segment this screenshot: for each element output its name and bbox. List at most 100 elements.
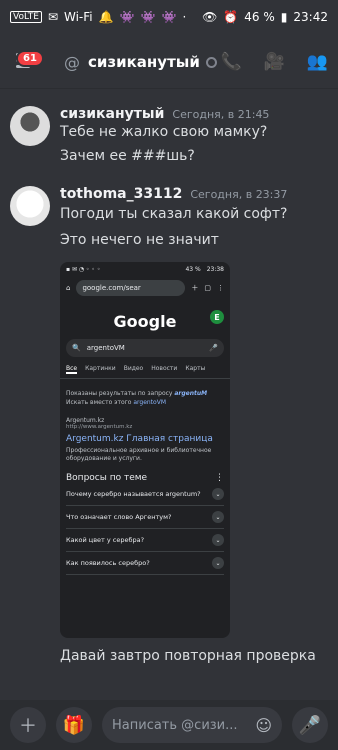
- shot-query: argentoVM: [86, 344, 125, 352]
- message-text[interactable]: Тебе не жалко свою мамку?: [60, 124, 267, 140]
- status-right: 👁 ⏰ 46 % ▮ 23:42: [202, 10, 328, 24]
- channel-header: 61 @ сизиканутый 📞 🎥 👥: [0, 40, 338, 84]
- dot-icon: ·: [182, 10, 187, 24]
- chevron-down-icon: ⌄: [212, 534, 224, 546]
- message-input-placeholder: Написать @сизи...: [112, 717, 238, 733]
- mic-icon: 🎤: [209, 344, 218, 352]
- clock: 23:42: [293, 10, 328, 24]
- game-icon-2: 👾: [140, 10, 156, 24]
- chevron-down-icon: ⌄: [212, 511, 224, 523]
- shot-info-term: argentuM: [174, 390, 208, 397]
- mail-icon: ✉: [47, 10, 58, 24]
- image-attachment[interactable]: ▪ ✉ ◔ ◦ ◦ ◦ 43 % 23:38 ⌂ google.com/sear…: [60, 262, 230, 638]
- call-icon[interactable]: 📞: [220, 52, 241, 72]
- battery-label: 46 %: [244, 10, 275, 24]
- shot-result-desc: Профессиональное архивное и библиотечное…: [66, 447, 212, 462]
- header-divider: [0, 88, 338, 89]
- message-input[interactable]: Написать @сизи... ☺: [102, 707, 282, 743]
- shot-questions-more-icon: ⋮: [215, 473, 224, 483]
- more-icon: ⋮: [217, 284, 224, 292]
- shot-status-icons: ▪ ✉ ◔ ◦ ◦ ◦: [66, 265, 101, 273]
- username-text[interactable]: tothoma_33112: [60, 186, 182, 202]
- game-icon: 👾: [119, 10, 135, 24]
- timestamp: Сегодня, в 23:37: [190, 188, 288, 201]
- shot-url-box: google.com/sear: [76, 280, 186, 296]
- shot-search-box: 🔍 argentoVM 🎤: [66, 339, 224, 357]
- new-tab-icon: ＋: [191, 284, 199, 292]
- at-icon: @: [64, 52, 80, 72]
- username-text[interactable]: сизиканутый: [60, 106, 164, 122]
- wifi-icon: Wi‑Fi: [64, 10, 93, 24]
- message-text[interactable]: Погоди ты сказал какой софт?: [60, 206, 287, 222]
- shot-questions-header: Вопросы по теме ⋮: [66, 473, 224, 483]
- shot-url-text: google.com/sear: [82, 284, 141, 292]
- shot-tab-maps: Карты: [185, 365, 206, 372]
- shot-result-title: Argentum.kz Главная страница: [66, 434, 213, 444]
- shot-tab-video: Видео: [123, 365, 144, 372]
- shot-info2-prefix: Искать вместо этого: [66, 399, 134, 406]
- shot-question-text: Какой цвет у серебра?: [66, 536, 145, 544]
- voice-message-button[interactable]: 🎤: [292, 707, 328, 743]
- members-icon[interactable]: 👥: [307, 52, 328, 72]
- shot-tabs: Все Картинки Видео Новости Карты: [60, 357, 230, 379]
- google-logo-text: Google: [113, 312, 177, 331]
- search-icon: 🔍: [72, 344, 81, 352]
- status-left: VoLTE ✉ Wi‑Fi 🔔 👾 👾 👾 ·: [10, 10, 186, 24]
- username[interactable]: сизиканутый Сегодня, в 21:45: [60, 106, 269, 122]
- emoji-icon[interactable]: ☺: [255, 716, 272, 735]
- game-icon-3: 👾: [161, 10, 177, 24]
- home-icon: ⌂: [66, 284, 71, 292]
- shot-question-item: Что означает слово Аргентум? ⌄: [66, 506, 224, 529]
- dm-title[interactable]: сизиканутый: [88, 53, 200, 71]
- shot-info-prefix: Показаны результаты по запросу: [66, 390, 175, 397]
- shot-question-text: Что означает слово Аргентум?: [66, 513, 172, 521]
- notification-icon: 🔔: [98, 10, 114, 24]
- unread-badge: 61: [16, 50, 44, 67]
- shot-tab-news: Новости: [151, 365, 178, 372]
- tabs-icon: ▢: [204, 284, 211, 292]
- google-logo: Google E: [60, 310, 230, 331]
- shot-search-result: Argentum.kz http://www.argentum.kz Argen…: [60, 417, 230, 463]
- avatar[interactable]: [10, 186, 50, 226]
- shot-tab-all: Все: [66, 365, 78, 374]
- shot-url-bar: ⌂ google.com/sear ＋ ▢ ⋮: [60, 276, 230, 300]
- shot-questions: Вопросы по теме ⋮ Почему серебро называе…: [60, 473, 230, 575]
- shot-result-site: Argentum.kz: [66, 417, 105, 424]
- status-bar: VoLTE ✉ Wi‑Fi 🔔 👾 👾 👾 · 👁 ⏰ 46 % ▮ 23:42: [0, 0, 338, 34]
- avatar[interactable]: [10, 106, 50, 146]
- message-input-bar: ＋ 🎁 Написать @сизи... ☺ 🎤: [0, 700, 338, 750]
- volte-icon: VoLTE: [10, 11, 42, 23]
- message-text[interactable]: Это нечего не значит: [60, 232, 219, 248]
- shot-correction: Показаны результаты по запросу argentuM …: [60, 379, 230, 407]
- shot-result-url: http://www.argentum.kz: [66, 424, 133, 430]
- username[interactable]: tothoma_33112 Сегодня, в 23:37: [60, 186, 287, 202]
- shot-info2-link: argentoVM: [133, 399, 166, 406]
- gift-icon: 🎁: [62, 714, 86, 736]
- alarm-icon: ⏰: [223, 10, 239, 24]
- shot-time: 23:38: [206, 265, 224, 273]
- shot-battery: 43 %: [185, 265, 201, 273]
- header-actions: 📞 🎥 👥: [220, 52, 328, 72]
- shot-account-avatar: E: [210, 310, 224, 324]
- message-text[interactable]: Давай завтро повторная проверка: [60, 648, 316, 664]
- video-icon[interactable]: 🎥: [264, 52, 285, 72]
- chevron-down-icon: ⌄: [212, 488, 224, 500]
- shot-tab-images: Картинки: [85, 365, 116, 372]
- message-text[interactable]: Зачем ее ###шь?: [60, 148, 195, 164]
- plus-icon: ＋: [19, 716, 37, 737]
- shot-status-bar: ▪ ✉ ◔ ◦ ◦ ◦ 43 % 23:38: [60, 262, 230, 276]
- offline-status-icon: [205, 56, 217, 68]
- shot-question-item: Какой цвет у серебра? ⌄: [66, 529, 224, 552]
- timestamp: Сегодня, в 21:45: [172, 108, 270, 121]
- battery-icon: ▮: [280, 10, 288, 24]
- shot-question-item: Почему серебро называется argentum? ⌄: [66, 483, 224, 506]
- shot-question-item: Как появилось серебро? ⌄: [66, 552, 224, 575]
- shot-question-text: Почему серебро называется argentum?: [66, 490, 201, 498]
- eye-icon: 👁: [202, 10, 218, 24]
- gift-button[interactable]: 🎁: [56, 707, 92, 743]
- add-attachment-button[interactable]: ＋: [10, 707, 46, 743]
- shot-question-text: Как появилось серебро?: [66, 559, 150, 567]
- mic-icon: 🎤: [298, 714, 322, 736]
- shot-questions-title: Вопросы по теме: [66, 473, 148, 483]
- chevron-down-icon: ⌄: [212, 557, 224, 569]
